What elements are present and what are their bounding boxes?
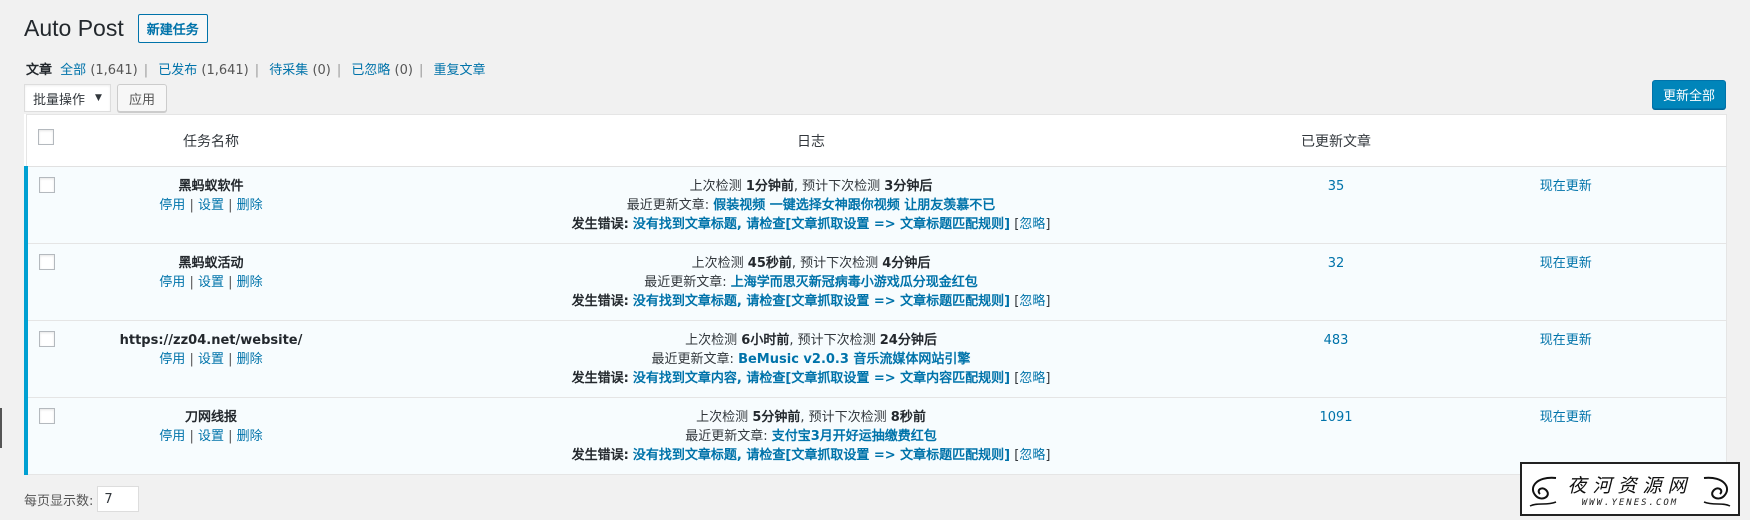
filter-published[interactable]: 已发布 (1,641) — [158, 63, 249, 78]
settings-link[interactable]: 设置 — [198, 275, 224, 290]
filter-duplicates[interactable]: 重复文章 — [434, 63, 486, 78]
ignore-link[interactable]: 忽略 — [1019, 294, 1045, 309]
table-row: 黑蚂蚁活动 停用 | 设置 | 删除 上次检测 45秒前, 预计下次检测 4分钟… — [24, 243, 1726, 321]
ignore-link[interactable]: 忽略 — [1019, 448, 1045, 463]
update-now-link[interactable]: 现在更新 — [1540, 256, 1592, 271]
per-page-label: 每页显示数: — [24, 493, 94, 509]
swirl-ornament-icon — [1703, 476, 1731, 507]
update-now-link[interactable]: 现在更新 — [1540, 410, 1592, 425]
delete-link[interactable]: 删除 — [237, 275, 263, 290]
updated-count-link[interactable]: 32 — [1328, 256, 1345, 271]
update-all-button[interactable]: 更新全部 — [1651, 80, 1726, 109]
column-updated-posts: 已更新文章 — [1266, 114, 1406, 167]
disable-link[interactable]: 停用 — [159, 352, 185, 367]
table-row: 黑蚂蚁软件 停用 | 设置 | 删除 上次检测 1分钟前, 预计下次检测 3分钟… — [24, 166, 1726, 244]
ignore-link[interactable]: 忽略 — [1019, 217, 1045, 232]
filters-label: 文章 — [26, 63, 53, 78]
per-page-setting: 每页显示数: 7 — [24, 486, 140, 512]
bulk-action-select[interactable]: 批量操作 ▼ — [24, 84, 111, 112]
row-actions: 停用 | 设置 | 删除 — [159, 275, 263, 290]
ignore-link[interactable]: 忽略 — [1019, 371, 1045, 386]
bulk-actions: 批量操作 ▼ 应用 — [24, 84, 167, 112]
row-actions: 停用 | 设置 | 删除 — [159, 198, 263, 213]
error-message: 发生错误: 没有找到文章标题, 请检查[文章抓取设置 => 文章标题匹配规则] … — [571, 448, 1051, 463]
updated-count-link[interactable]: 1091 — [1319, 410, 1352, 425]
column-task-name: 任务名称 — [66, 114, 356, 167]
latest-post: 最近更新文章: BeMusic v2.0.3 音乐流媒体网站引擎 — [651, 352, 971, 367]
update-now-link[interactable]: 现在更新 — [1540, 179, 1592, 194]
latest-post: 最近更新文章: 支付宝3月开好运抽缴费红包 — [685, 429, 937, 444]
updated-count-link[interactable]: 483 — [1324, 333, 1349, 348]
filter-ignored[interactable]: 已忽略 (0) — [351, 63, 413, 78]
task-name: 黑蚂蚁软件 — [178, 179, 244, 194]
disable-link[interactable]: 停用 — [159, 198, 185, 213]
update-now-link[interactable]: 现在更新 — [1540, 333, 1592, 348]
error-message: 发生错误: 没有找到文章标题, 请检查[文章抓取设置 => 文章标题匹配规则] … — [571, 217, 1051, 232]
watermark-url: WWW.YENES.COM — [1581, 497, 1679, 508]
select-all-checkbox[interactable] — [38, 128, 55, 145]
table-row: 刀网线报 停用 | 设置 | 删除 上次检测 5分钟前, 预计下次检测 8秒前 … — [24, 397, 1726, 475]
column-log: 日志 — [356, 114, 1266, 167]
row-checkbox[interactable] — [39, 408, 55, 424]
page-title: Auto Post — [24, 15, 124, 41]
settings-link[interactable]: 设置 — [198, 429, 224, 444]
disable-link[interactable]: 停用 — [159, 429, 185, 444]
error-message: 发生错误: 没有找到文章内容, 请检查[文章抓取设置 => 文章内容匹配规则] … — [571, 371, 1051, 386]
check-status: 上次检测 6小时前, 预计下次检测 24分钟后 — [685, 333, 937, 348]
error-message: 发生错误: 没有找到文章标题, 请检查[文章抓取设置 => 文章标题匹配规则] … — [571, 294, 1051, 309]
swirl-ornament-icon — [1529, 476, 1557, 507]
task-name: https://zz04.net/website/ — [119, 333, 303, 348]
status-filters: 文章 全部 (1,641) | 已发布 (1,641) | 待采集 (0) | 已忽略… — [26, 63, 486, 78]
table-row: https://zz04.net/website/ 停用 | 设置 | 删除 上… — [24, 320, 1726, 398]
disable-link[interactable]: 停用 — [159, 275, 185, 290]
latest-post: 最近更新文章: 假装视频 一键选择女神跟你视频 让朋友羡慕不已 — [626, 198, 996, 213]
dropdown-arrow-icon: ▼ — [95, 93, 102, 103]
row-actions: 停用 | 设置 | 删除 — [159, 352, 263, 367]
row-checkbox[interactable] — [39, 254, 55, 270]
tasks-table: 任务名称 日志 已更新文章 黑蚂蚁软件 停用 | 设置 | 删除 上次检测 1分… — [24, 114, 1727, 475]
row-actions: 停用 | 设置 | 删除 — [159, 429, 263, 444]
latest-post: 最近更新文章: 上海学而思灭新冠病毒小游戏瓜分现金红包 — [644, 275, 978, 290]
delete-link[interactable]: 删除 — [237, 429, 263, 444]
task-name: 黑蚂蚁活动 — [178, 256, 244, 271]
delete-link[interactable]: 删除 — [237, 198, 263, 213]
latest-post-link[interactable]: 支付宝3月开好运抽缴费红包 — [772, 429, 937, 444]
add-new-task-button[interactable]: 新建任务 — [137, 14, 208, 43]
latest-post-link[interactable]: BeMusic v2.0.3 音乐流媒体网站引擎 — [738, 352, 970, 367]
per-page-input[interactable]: 7 — [97, 486, 140, 512]
check-status: 上次检测 5分钟前, 预计下次检测 8秒前 — [696, 410, 926, 425]
filter-all[interactable]: 全部 (1,641) — [60, 63, 138, 78]
row-checkbox[interactable] — [39, 177, 55, 193]
left-edge-marker — [0, 408, 2, 448]
check-status: 上次检测 1分钟前, 预计下次检测 3分钟后 — [689, 179, 933, 194]
settings-link[interactable]: 设置 — [198, 352, 224, 367]
settings-link[interactable]: 设置 — [198, 198, 224, 213]
task-name: 刀网线报 — [184, 410, 237, 425]
check-status: 上次检测 45秒前, 预计下次检测 4分钟后 — [691, 256, 931, 271]
delete-link[interactable]: 删除 — [237, 352, 263, 367]
latest-post-link[interactable]: 上海学而思灭新冠病毒小游戏瓜分现金红包 — [731, 275, 978, 290]
watermark-logo: 夜河资源网 WWW.YENES.COM — [1520, 462, 1740, 516]
updated-count-link[interactable]: 35 — [1328, 179, 1345, 194]
filter-pending[interactable]: 待采集 (0) — [269, 63, 331, 78]
row-checkbox[interactable] — [39, 331, 55, 347]
page-header: Auto Post 新建任务 — [24, 14, 208, 43]
latest-post-link[interactable]: 假装视频 一键选择女神跟你视频 让朋友羡慕不已 — [713, 198, 995, 213]
apply-button[interactable]: 应用 — [116, 84, 167, 112]
watermark-title: 夜河资源网 — [1567, 474, 1693, 497]
